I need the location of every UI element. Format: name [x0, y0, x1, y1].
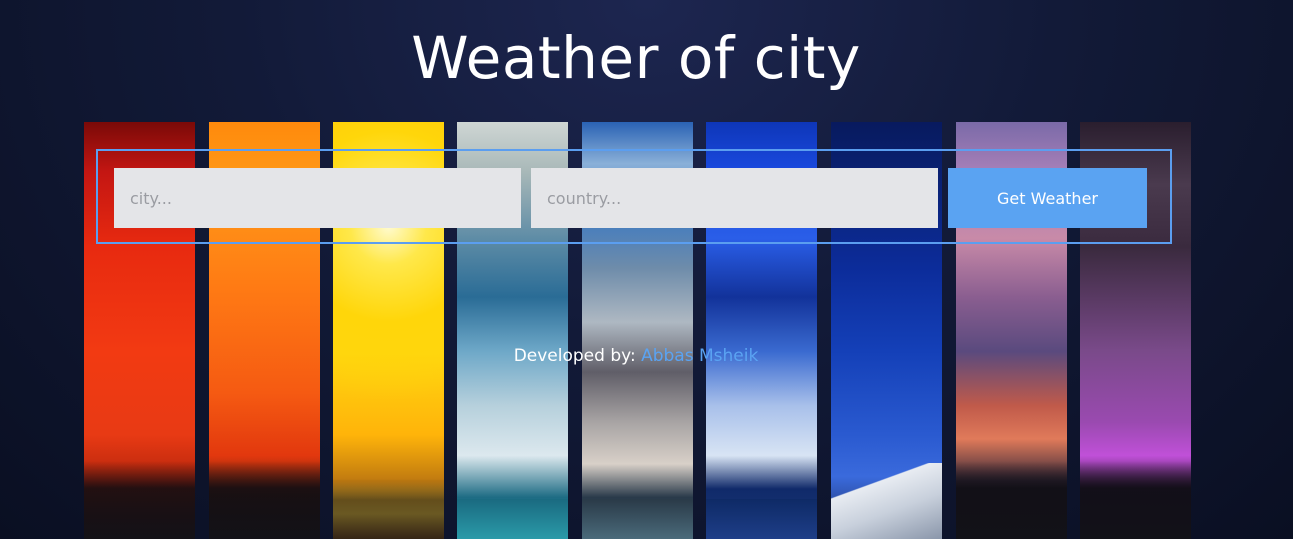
credit-prefix: Developed by: [513, 346, 642, 366]
city-input[interactable] [114, 168, 521, 228]
strip-landscape [84, 461, 195, 539]
strip-landscape [209, 461, 320, 539]
get-weather-button[interactable]: Get Weather [948, 168, 1147, 228]
strip-landscape [333, 479, 444, 539]
country-input[interactable] [531, 168, 938, 228]
strip-sea [582, 499, 693, 539]
strip-sea [706, 499, 817, 539]
strip-mountain [831, 463, 942, 539]
page-title: Weather of city [411, 24, 861, 92]
strip-landscape [956, 461, 1067, 539]
developer-credit: Developed by: Abbas Msheik [0, 346, 1272, 366]
author-link[interactable]: Abbas Msheik [641, 346, 758, 366]
strip-landscape [1080, 461, 1191, 539]
strip-sea [457, 499, 568, 539]
